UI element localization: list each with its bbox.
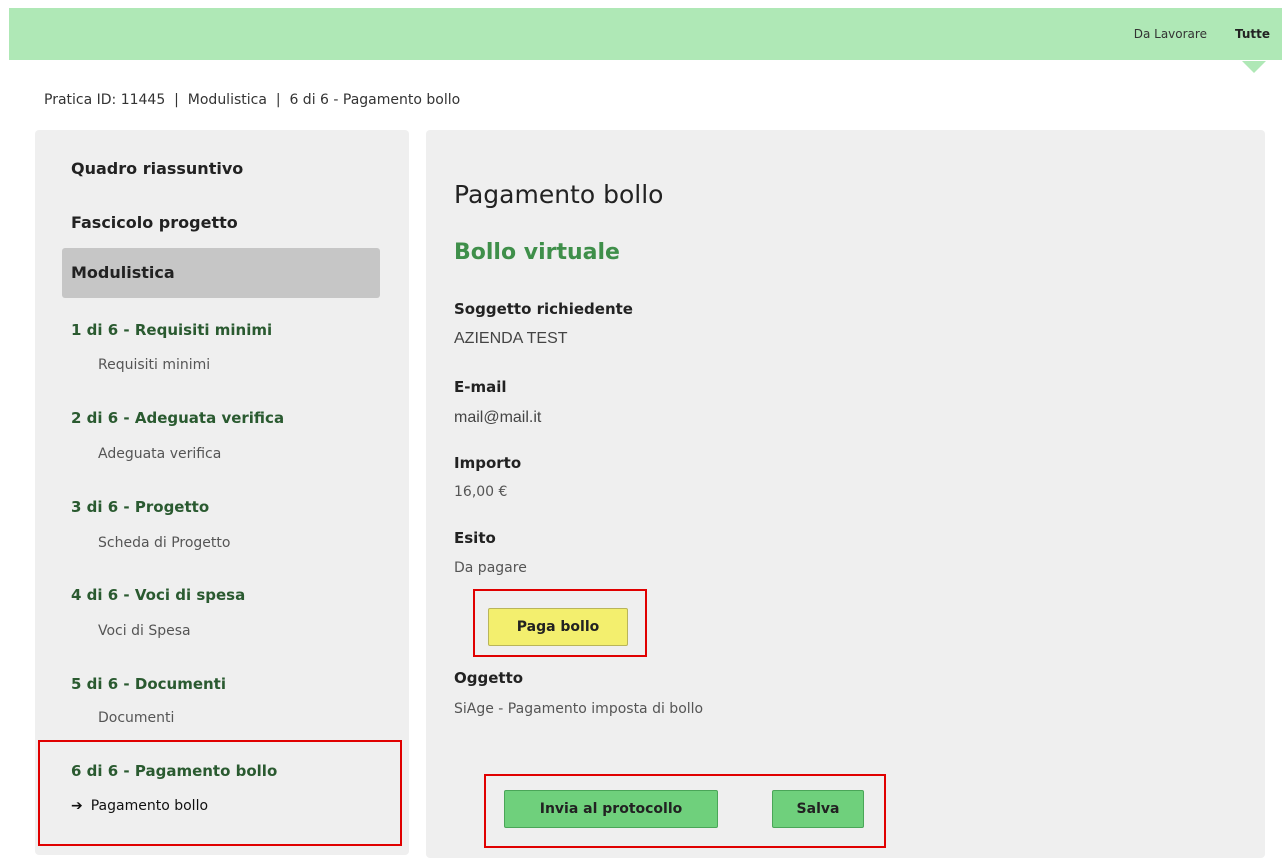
active-tab-caret-icon <box>1242 61 1267 73</box>
email-label: E-mail <box>454 378 507 396</box>
sidebar-step-3-title[interactable]: 3 di 6 - Progetto <box>71 498 209 516</box>
page-title: Pagamento bollo <box>454 180 664 209</box>
esito-value: Da pagare <box>454 560 527 576</box>
sidebar-step-6-current[interactable]: ➔ Pagamento bollo <box>71 798 208 814</box>
main-panel: Pagamento bollo Bollo virtuale Soggetto … <box>426 130 1265 858</box>
arrow-right-icon: ➔ <box>71 798 83 814</box>
sidebar-step-3-link[interactable]: Scheda di Progetto <box>98 535 230 551</box>
salva-button[interactable]: Salva <box>772 790 864 828</box>
paga-bollo-button[interactable]: Paga bollo <box>488 608 628 646</box>
sidebar-step-5-link[interactable]: Documenti <box>98 710 174 726</box>
oggetto-value: SiAge - Pagamento imposta di bollo <box>454 701 704 717</box>
importo-value: 16,00 € <box>454 484 508 500</box>
top-nav: Da Lavorare Tutte <box>1134 8 1270 73</box>
sidebar-step-4-title[interactable]: 4 di 6 - Voci di spesa <box>71 586 245 604</box>
sidebar-step-2-title[interactable]: 2 di 6 - Adeguata verifica <box>71 409 284 427</box>
tab-tutte-label: Tutte <box>1234 27 1270 41</box>
soggetto-label: Soggetto richiedente <box>454 300 633 318</box>
sidebar: Quadro riassuntivo Fascicolo progetto Mo… <box>35 130 409 855</box>
soggetto-value: AZIENDA TEST <box>454 330 568 347</box>
sidebar-item-quadro-riassuntivo[interactable]: Quadro riassuntivo <box>71 159 243 178</box>
sidebar-step-5-title[interactable]: 5 di 6 - Documenti <box>71 675 226 693</box>
breadcrumb-step: 6 di 6 - Pagamento bollo <box>289 92 461 108</box>
breadcrumb-pratica: Pratica ID: 11445 <box>44 92 166 108</box>
top-bar: Da Lavorare Tutte <box>9 8 1282 73</box>
tab-da-lavorare[interactable]: Da Lavorare <box>1134 27 1207 41</box>
importo-label: Importo <box>454 454 522 472</box>
sidebar-step-6-link: Pagamento bollo <box>90 798 209 814</box>
sidebar-item-modulistica[interactable]: Modulistica <box>62 248 380 298</box>
email-value: mail@mail.it <box>454 409 542 426</box>
breadcrumb-separator: | <box>165 92 188 108</box>
breadcrumb-modulistica: Modulistica <box>187 92 267 108</box>
breadcrumb: Pratica ID: 11445 | Modulistica | 6 di 6… <box>44 92 460 108</box>
sidebar-step-1-link[interactable]: Requisiti minimi <box>98 357 210 373</box>
section-title: Bollo virtuale <box>454 240 620 265</box>
sidebar-step-4-link[interactable]: Voci di Spesa <box>98 623 191 639</box>
invia-al-protocollo-button[interactable]: Invia al protocollo <box>504 790 718 828</box>
sidebar-item-fascicolo-progetto[interactable]: Fascicolo progetto <box>71 213 238 232</box>
esito-label: Esito <box>454 529 496 547</box>
tab-tutte[interactable]: Tutte <box>1234 27 1270 73</box>
sidebar-step-2-link[interactable]: Adeguata verifica <box>98 446 221 462</box>
sidebar-step-1-title[interactable]: 1 di 6 - Requisiti minimi <box>71 321 272 339</box>
breadcrumb-separator: | <box>266 92 290 108</box>
oggetto-label: Oggetto <box>454 669 524 687</box>
sidebar-step-6-title[interactable]: 6 di 6 - Pagamento bollo <box>71 762 277 780</box>
sidebar-item-modulistica-label: Modulistica <box>71 263 175 282</box>
